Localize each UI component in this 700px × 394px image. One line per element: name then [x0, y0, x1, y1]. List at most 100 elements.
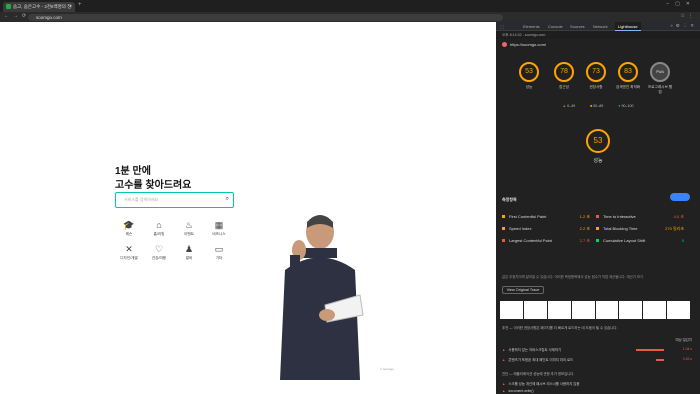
category-label: 알바 — [185, 256, 193, 260]
performance-gauge: 53 성능 — [580, 129, 616, 164]
view-trace-button[interactable]: View Original Trace — [502, 286, 544, 294]
metric-value: 4.0 초 — [673, 214, 684, 219]
service-search-input[interactable]: 서비스를 검색하세요 ⌕ — [115, 192, 234, 208]
url-text: soomgo.com — [36, 14, 62, 20]
metric-row: Cumulative Layout Shift 0 — [596, 238, 684, 243]
new-tab-icon[interactable]: + — [78, 2, 82, 8]
design-icon: ✕ — [125, 244, 133, 254]
pro-illustration — [280, 215, 364, 380]
category-label: 건강/미용 — [151, 256, 167, 260]
metric-status-icon — [502, 215, 505, 219]
score-performance[interactable]: 53 성능 — [516, 62, 542, 90]
metric-name: Cumulative Layout Shift — [603, 238, 646, 243]
health-icon: ♡ — [154, 244, 164, 254]
category-design[interactable]: ✕ 디자인/개발 — [117, 244, 141, 261]
metric-value: 2.2 초 — [579, 226, 590, 231]
metric-status-icon — [596, 215, 599, 219]
lighthouse-report: https://soomgo.com/ 53 성능 78 접근성 73 권장사항 83… — [496, 39, 700, 394]
metric-name: Total Blocking Time — [603, 226, 638, 231]
filmstrip — [500, 301, 690, 319]
category-label: 디자인/개발 — [120, 256, 138, 260]
window-controls[interactable]: –▢✕ — [666, 1, 696, 7]
metric-name: Largest Contentful Paint — [509, 238, 552, 243]
category-home[interactable]: ⌂ 홈/리빙 — [147, 220, 171, 237]
metric-status-icon — [596, 239, 599, 243]
tab-sources[interactable]: Sources — [570, 24, 585, 29]
metrics-note: 값은 추정치이며 달라질 수 있습니다. 이러한 측정항목에서 성능 점수가 직… — [502, 275, 644, 279]
favicon-icon — [6, 4, 11, 9]
warning-icon: ▲ — [502, 348, 506, 352]
category-parttime[interactable]: ♟ 알바 — [177, 244, 201, 261]
score-legend: ▲ 0–49 ■ 50–89 ● 90–100 — [562, 104, 634, 108]
watermark-text: © soomgo — [380, 367, 394, 371]
warning-icon: ▲ — [502, 382, 506, 386]
lesson-icon: 🎓 — [123, 220, 135, 230]
category-label: 비즈니스 — [212, 232, 226, 236]
diagnostic-text: document.write() — [508, 389, 534, 393]
category-label: 홈/리빙 — [153, 232, 165, 236]
score-accessibility[interactable]: 78 접근성 — [551, 62, 577, 90]
metric-name: Time to Interactive — [603, 214, 636, 219]
diagnostic-row[interactable]: ▲ 스크롤 성능 개선에 패시브 리스너를 사용하지 않음 — [502, 381, 692, 386]
page-content: 1분 만에 고수를 찾아드려요 서비스를 검색하세요 ⌕ 🎓 레슨 ⌂ 홈/리빙 ♨ 이벤… — [0, 22, 496, 394]
metric-row: Time to Interactive 4.0 초 — [596, 214, 684, 219]
score-seo[interactable]: 83 검색엔진 최적화 — [615, 62, 641, 90]
metric-name: First Contentful Paint — [509, 214, 547, 219]
category-etc[interactable]: ▭ 기타 — [207, 244, 231, 261]
warning-icon: ▲ — [502, 389, 506, 393]
etc-icon: ▭ — [214, 244, 224, 254]
category-label: 기타 — [215, 256, 223, 260]
metric-status-icon — [502, 239, 505, 243]
devtools-settings-icon[interactable]: »⚙⋮✕ — [670, 23, 697, 29]
category-health[interactable]: ♡ 건강/미용 — [147, 244, 171, 261]
category-event[interactable]: ♨ 이벤트 — [177, 220, 201, 237]
business-icon: ▦ — [214, 220, 224, 230]
tab-lighthouse[interactable]: Lighthouse — [615, 22, 641, 31]
score-pwa[interactable]: PWA 프로그레시브 웹 앱 — [647, 62, 673, 95]
savings-bar — [636, 349, 664, 351]
metric-value: 2.7 초 — [579, 238, 590, 243]
close-tab-icon[interactable]: × — [69, 2, 72, 12]
diagnostic-text: 스크롤 성능 개선에 패시브 리스너를 사용하지 않음 — [508, 382, 580, 386]
warning-icon: ▲ — [502, 358, 506, 362]
savings-header: 예상 절감치 — [675, 338, 692, 342]
browser-toolbar: ←→⟳ soomgo.com ☆⋮ — [0, 12, 700, 22]
metric-status-icon — [596, 227, 599, 231]
page-url: https://soomgo.com/ — [502, 42, 546, 48]
metric-row: Speed Index 2.2 초 — [502, 226, 590, 231]
tab-bar: 숨고, 숨은고수 - 2천6백명의 전문가 × + –▢✕ — [0, 0, 700, 19]
opportunity-value: 0.26 s — [682, 357, 692, 361]
opportunities-intro: 추천 — 이러한 권장사항은 페이지를 더 빠르게 로드하는 데 도움이 될 수… — [502, 326, 618, 330]
extension-icons[interactable]: ☆⋮ — [681, 13, 696, 19]
report-bar[interactable]: 오후 8:14:32 - soomgo.com — [496, 31, 700, 39]
search-placeholder: 서비스를 검색하세요 — [124, 197, 159, 202]
metrics-view-toggle[interactable] — [670, 193, 690, 201]
tab-network[interactable]: Network — [593, 24, 608, 29]
category-lesson[interactable]: 🎓 레슨 — [117, 220, 141, 237]
metric-row: Total Blocking Time 270 밀리초 — [596, 226, 684, 231]
opportunity-text: 콘텐츠가 포함된 최대 페인트 이미지 미리 로드 — [508, 358, 574, 362]
metric-value: 1.2 초 — [579, 214, 590, 219]
category-label: 레슨 — [125, 232, 133, 236]
metric-value: 270 밀리초 — [665, 226, 684, 231]
tab-elements[interactable]: Elements — [523, 24, 540, 29]
hero-title-line2: 고수를 찾아드려요 — [115, 180, 192, 191]
inspect-icon[interactable]: ⬚ — [500, 24, 504, 29]
tab-console[interactable]: Console — [548, 24, 563, 29]
diagnostic-row[interactable]: ▲ document.write() — [502, 389, 692, 393]
search-icon[interactable]: ⌕ — [226, 196, 229, 203]
address-bar[interactable]: soomgo.com — [28, 13, 503, 21]
hero-title-line1: 1분 만에 — [115, 166, 151, 177]
diagnostics-intro: 진단 — 애플리케이션 성능에 관한 추가 정보입니다. — [502, 372, 575, 376]
devtools-tabs: ⬚ Elements Console Sources Network Light… — [496, 22, 700, 31]
metric-value: 0 — [681, 238, 684, 243]
score-best-practices[interactable]: 73 권장사항 — [583, 62, 609, 90]
event-icon: ♨ — [184, 220, 194, 230]
metric-row: First Contentful Paint 1.2 초 — [502, 214, 590, 219]
browser-tab[interactable]: 숨고, 숨은고수 - 2천6백명의 전문가 × — [3, 2, 75, 19]
opportunity-value: 1.04 s — [682, 347, 692, 351]
parttime-icon: ♟ — [184, 244, 194, 254]
metric-status-icon — [502, 227, 505, 231]
category-business[interactable]: ▦ 비즈니스 — [207, 220, 231, 237]
nav-buttons[interactable]: ←→⟳ — [4, 13, 30, 19]
